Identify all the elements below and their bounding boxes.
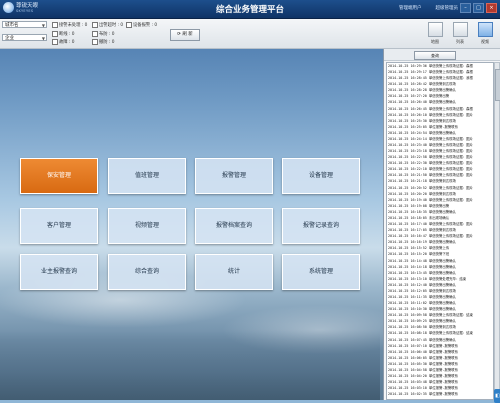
tile-video-management[interactable]: 视频管理 bbox=[108, 208, 186, 244]
chevron-down-icon: ▼ bbox=[41, 36, 45, 41]
map-icon bbox=[427, 22, 443, 37]
checkbox-label: 撤防 : 0 bbox=[99, 40, 115, 45]
checkbox-label: 设备报警 : 0 bbox=[133, 23, 158, 28]
scrollbar-thumb[interactable] bbox=[495, 69, 500, 101]
checkbox-label: 接警未处理 : 0 bbox=[59, 23, 88, 28]
side-tab-icon[interactable]: ◧ bbox=[494, 389, 500, 403]
checkbox-timeout[interactable]: 出警超时 : 0 bbox=[92, 22, 123, 28]
tile-system-management[interactable]: 系统管理 bbox=[282, 254, 360, 290]
city-select-value: 城市名 bbox=[5, 23, 19, 28]
tile-alarm-management[interactable]: 报警管理 bbox=[195, 158, 273, 194]
checkbox-icon bbox=[92, 39, 98, 45]
close-icon[interactable]: × bbox=[486, 3, 497, 13]
checkbox-device-alarm[interactable]: 设备报警 : 0 bbox=[126, 22, 157, 28]
event-log-panel: 查询 2014-10-25 16:29:36 单信快警上传现场证据：森根 2014… bbox=[383, 49, 500, 403]
checkbox-icon bbox=[92, 22, 98, 28]
tile-customer-management[interactable]: 客户管理 bbox=[20, 208, 98, 244]
event-log-scrollbar[interactable] bbox=[494, 62, 500, 398]
list-tool-button[interactable]: 列表 bbox=[450, 22, 470, 46]
list-icon bbox=[452, 22, 468, 37]
refresh-button[interactable]: ⟳ 刷 新 bbox=[170, 29, 200, 41]
checkbox-disarm[interactable]: 撤防 : 0 bbox=[92, 39, 115, 45]
minimize-icon[interactable]: – bbox=[460, 3, 471, 13]
map-tool-button[interactable]: 地图 bbox=[425, 22, 445, 46]
city-select[interactable]: 城市名 ▼ bbox=[2, 21, 47, 28]
query-button[interactable]: 查询 bbox=[414, 51, 456, 60]
checkbox-icon bbox=[52, 39, 58, 45]
checkbox-label: 断线 : 0 bbox=[59, 32, 75, 37]
tile-alarm-archive-query[interactable]: 报警档案查询 bbox=[195, 208, 273, 244]
checkbox-disconnect[interactable]: 断线 : 0 bbox=[52, 31, 75, 37]
video-icon bbox=[477, 22, 493, 37]
list-tool-label: 列表 bbox=[456, 39, 464, 44]
checkbox-label: 布防 : 0 bbox=[99, 32, 115, 37]
checkbox-icon bbox=[52, 22, 58, 28]
tile-comprehensive-query[interactable]: 综合查询 bbox=[108, 254, 186, 290]
video-tool-button[interactable]: 视频 bbox=[475, 22, 495, 46]
checkbox-icon bbox=[126, 22, 132, 28]
refresh-button-label: 刷 新 bbox=[182, 32, 193, 37]
tile-owner-alarm-query[interactable]: 业主报警查询 bbox=[20, 254, 98, 290]
tile-alarm-record-query[interactable]: 报警记录查询 bbox=[282, 208, 360, 244]
company-select[interactable]: 企业 ▼ bbox=[2, 34, 47, 41]
company-select-value: 企业 bbox=[5, 36, 14, 41]
tile-security-management[interactable]: 保安管理 bbox=[20, 158, 98, 194]
user-link[interactable]: 管理端用户 bbox=[399, 5, 422, 11]
video-tool-label: 视频 bbox=[481, 39, 489, 44]
tile-duty-management[interactable]: 值班管理 bbox=[108, 158, 186, 194]
checkbox-label: 故障 : 0 bbox=[59, 40, 75, 45]
checkbox-unhandled[interactable]: 接警未处理 : 0 bbox=[52, 22, 87, 28]
event-log-list[interactable]: 2014-10-25 16:29:36 单信快警上传现场证据：森根 2014-10… bbox=[386, 62, 494, 400]
tile-device-management[interactable]: 设备管理 bbox=[282, 158, 360, 194]
checkbox-arm[interactable]: 布防 : 0 bbox=[92, 31, 115, 37]
admin-link[interactable]: 超级管理员 bbox=[436, 5, 459, 11]
chevron-down-icon: ▼ bbox=[41, 23, 45, 28]
title-bar: 尊锐天眼 SKYEYES 综合业务管理平台 管理端用户 超级管理员 – □ × bbox=[0, 0, 500, 19]
maximize-icon[interactable]: □ bbox=[473, 3, 484, 13]
event-log-header: 查询 bbox=[384, 49, 500, 61]
tile-statistics[interactable]: 统计 bbox=[195, 254, 273, 290]
background-landscape bbox=[0, 330, 380, 400]
checkbox-fault[interactable]: 故障 : 0 bbox=[52, 39, 75, 45]
log-entry[interactable]: 2014-10-25 16:02:35 单位报警-报警联系 bbox=[387, 391, 493, 397]
checkbox-icon bbox=[52, 31, 58, 37]
checkbox-label: 出警超时 : 0 bbox=[99, 23, 124, 28]
checkbox-icon bbox=[92, 31, 98, 37]
map-tool-label: 地图 bbox=[431, 39, 439, 44]
